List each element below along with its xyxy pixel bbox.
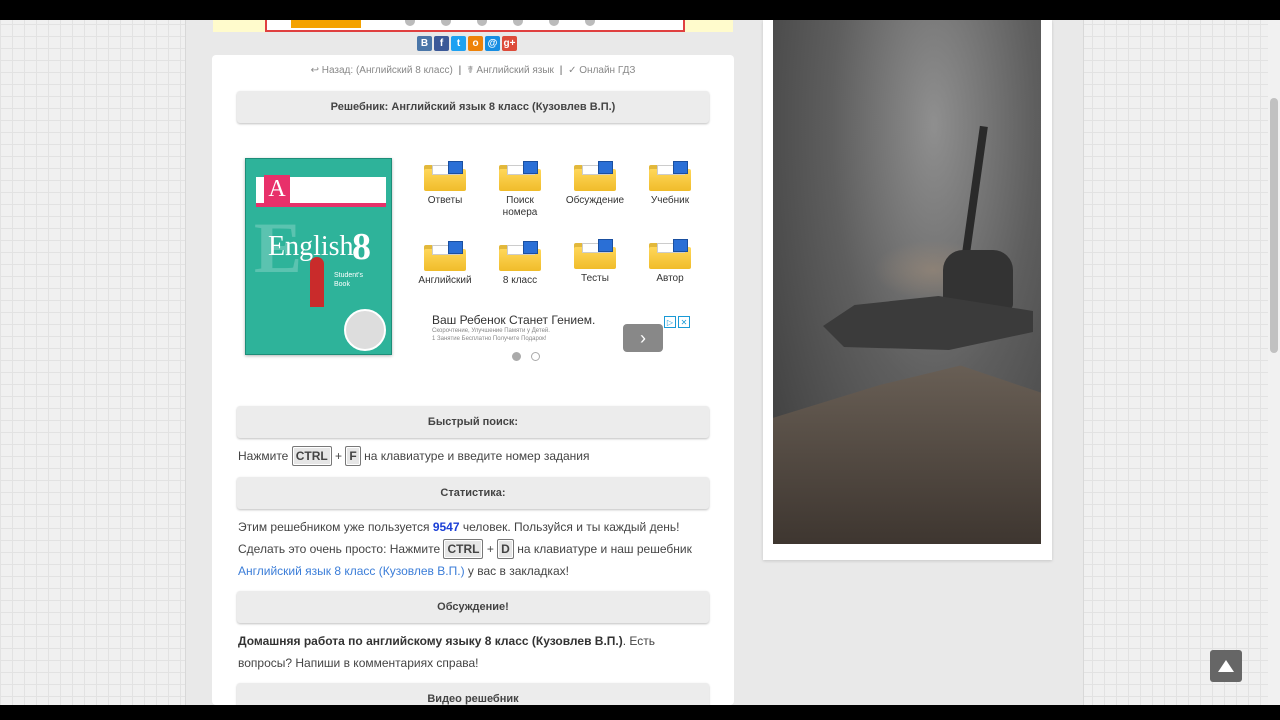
key-ctrl: CTRL bbox=[291, 446, 332, 466]
book-cover-image[interactable]: A E English 8 Student's Book bbox=[245, 158, 392, 355]
breadcrumb-separator: | bbox=[559, 65, 563, 76]
arrow-up-icon bbox=[1218, 660, 1234, 672]
scroll-to-top-button[interactable] bbox=[1210, 650, 1242, 682]
discussion-heading: Обсуждение! bbox=[237, 591, 709, 623]
folder-icon bbox=[574, 239, 616, 269]
key-plus: + bbox=[486, 542, 494, 556]
book-cover-letter: A bbox=[264, 175, 290, 203]
folder-icon bbox=[649, 239, 691, 269]
folder-label: Английский bbox=[418, 275, 472, 286]
folder-icon bbox=[649, 161, 691, 191]
breadcrumb-back-link[interactable]: ↩ Назад: (Английский 8 класс) bbox=[311, 65, 453, 76]
discussion-bold-text: Домашняя работа по английскому языку 8 к… bbox=[238, 634, 623, 648]
quick-search-heading: Быстрый поиск: bbox=[237, 406, 709, 438]
breadcrumb-online-link[interactable]: ✓ Онлайн ГДЗ bbox=[568, 65, 635, 76]
stats-text: Этим решебником уже пользуется 9547 чело… bbox=[238, 516, 708, 582]
facebook-share-icon[interactable]: f bbox=[434, 36, 449, 51]
breadcrumb-subject-link[interactable]: ☤ Английский язык bbox=[467, 65, 554, 76]
folder-label: Учебник bbox=[650, 195, 690, 206]
solver-link[interactable]: Английский язык 8 класс (Кузовлев В.П.) bbox=[238, 564, 465, 578]
folder-label: Обсуждение bbox=[565, 195, 625, 206]
users-count: 9547 bbox=[432, 520, 460, 534]
window-top-bar bbox=[0, 0, 1280, 20]
odnoklassniki-share-icon[interactable]: о bbox=[468, 36, 483, 51]
book-cover-grade: 8 bbox=[352, 226, 371, 268]
top-ad-banner[interactable] bbox=[213, 20, 733, 32]
ad-pagination bbox=[512, 352, 540, 361]
top-ad-dot bbox=[405, 20, 415, 26]
top-ad-frame bbox=[265, 20, 685, 32]
folder-textbook[interactable]: Учебник bbox=[632, 161, 708, 207]
key-d: D bbox=[497, 539, 514, 559]
main-content: ↩ Назад: (Английский 8 класс) | ☤ Англий… bbox=[212, 55, 734, 715]
folder-tests[interactable]: Тесты bbox=[557, 239, 633, 285]
folder-search-number[interactable]: Поиск номера bbox=[482, 161, 558, 219]
folder-label: Автор bbox=[656, 273, 684, 284]
top-ad-dot bbox=[477, 20, 487, 26]
folder-label: Тесты bbox=[581, 273, 609, 284]
quick-search-after: на клавиатуре и введите номер задания bbox=[364, 449, 590, 463]
folder-label: Поиск номера bbox=[502, 195, 538, 218]
stats-text-part: Этим решебником уже пользуется bbox=[238, 520, 430, 534]
quick-search-before: Нажмите bbox=[238, 449, 289, 463]
ad-controls: ▷ ✕ bbox=[664, 316, 690, 328]
ad-dot-active[interactable] bbox=[512, 352, 521, 361]
stats-text-part: у вас в закладках! bbox=[467, 564, 569, 578]
folder-icon bbox=[574, 161, 616, 191]
folder-discussion[interactable]: Обсуждение bbox=[557, 161, 633, 207]
folder-icon bbox=[499, 241, 541, 271]
sidebar-ad[interactable] bbox=[763, 20, 1052, 560]
discussion-text: Домашняя работа по английскому языку 8 к… bbox=[238, 630, 708, 674]
top-ad-dot bbox=[549, 20, 559, 26]
share-buttons: В f t о @ g+ bbox=[417, 36, 517, 51]
tank-ad-image[interactable] bbox=[773, 20, 1041, 544]
top-ad-dot bbox=[513, 20, 523, 26]
inline-ad[interactable]: Ваш Ребенок Станет Гением. Скорочтение, … bbox=[432, 313, 690, 363]
book-cover-word: English bbox=[268, 231, 354, 262]
ad-next-arrow-icon[interactable]: › bbox=[623, 324, 663, 352]
key-ctrl: CTRL bbox=[443, 539, 484, 559]
stats-text-part: на клавиатуре и наш решебник bbox=[517, 542, 692, 556]
ad-close-icon[interactable]: ✕ bbox=[678, 316, 690, 328]
key-f: F bbox=[345, 446, 361, 466]
twitter-share-icon[interactable]: t bbox=[451, 36, 466, 51]
breadcrumb-separator: | bbox=[458, 65, 462, 76]
breadcrumb: ↩ Назад: (Английский 8 класс) | ☤ Англий… bbox=[212, 65, 734, 76]
book-cover-disc bbox=[344, 309, 386, 351]
page-title: Решебник: Английский язык 8 класс (Кузов… bbox=[237, 91, 709, 123]
folder-grid: Ответы Поиск номера Обсуждение Учебник А… bbox=[407, 161, 708, 303]
ad-dot[interactable] bbox=[531, 352, 540, 361]
folder-icon bbox=[424, 161, 466, 191]
book-cover-figure bbox=[310, 257, 324, 307]
folder-english[interactable]: Английский bbox=[407, 241, 483, 287]
quick-search-text: Нажмите CTRL + F на клавиатуре и введите… bbox=[238, 445, 708, 467]
key-plus: + bbox=[335, 449, 343, 463]
stats-heading: Статистика: bbox=[237, 477, 709, 509]
folder-label: Ответы bbox=[427, 195, 463, 206]
top-ad-dot bbox=[585, 20, 595, 26]
folder-grade-8[interactable]: 8 класс bbox=[482, 241, 558, 287]
rocky-ground-shape bbox=[773, 365, 1041, 544]
scrollbar-thumb[interactable] bbox=[1270, 98, 1278, 353]
window-bottom-bar bbox=[0, 705, 1280, 720]
folder-icon bbox=[424, 241, 466, 271]
vk-share-icon[interactable]: В bbox=[417, 36, 432, 51]
top-ad-dots bbox=[405, 20, 595, 28]
top-ad-button[interactable] bbox=[291, 20, 361, 28]
folder-author[interactable]: Автор bbox=[632, 239, 708, 285]
top-ad-dot bbox=[441, 20, 451, 26]
folder-label: 8 класс bbox=[502, 275, 538, 286]
ad-info-icon[interactable]: ▷ bbox=[664, 316, 676, 328]
folder-icon bbox=[499, 161, 541, 191]
folder-answers[interactable]: Ответы bbox=[407, 161, 483, 207]
book-cover-subtitle: Student's Book bbox=[334, 272, 363, 288]
mail-share-icon[interactable]: @ bbox=[485, 36, 500, 51]
page-scrollbar[interactable] bbox=[1268, 20, 1280, 705]
google-plus-share-icon[interactable]: g+ bbox=[502, 36, 517, 51]
